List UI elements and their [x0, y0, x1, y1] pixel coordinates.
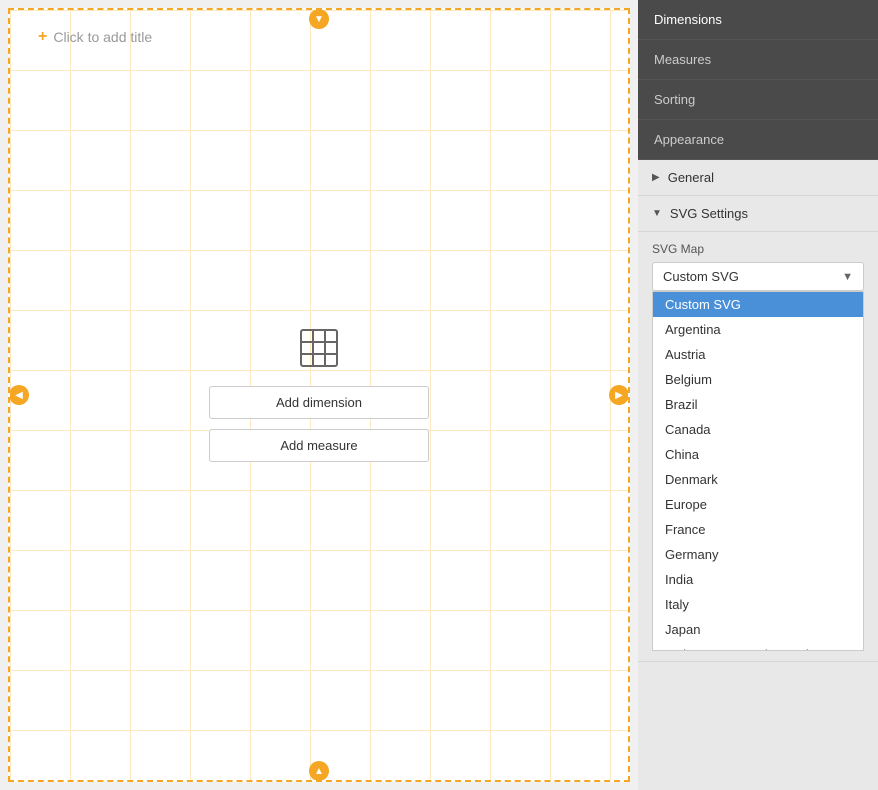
plus-icon: + — [38, 28, 47, 46]
panel-tab-dimensions[interactable]: Dimensions — [638, 0, 878, 40]
canvas-title-text: Click to add title — [53, 29, 152, 45]
svg-settings-section-row[interactable]: ▼ SVG Settings — [638, 196, 878, 232]
dropdown-item-argentina[interactable]: Argentina — [653, 317, 863, 342]
arrow-up-icon: ▲ — [314, 766, 324, 777]
svg-settings-section-label: SVG Settings — [670, 206, 748, 221]
arrow-right-icon: ▶ — [615, 390, 623, 401]
chevron-down-icon: ▼ — [842, 271, 853, 283]
handle-left[interactable]: ◀ — [9, 385, 29, 405]
add-dimension-button[interactable]: Add dimension — [209, 386, 429, 419]
dropdown-item-italy[interactable]: Italy — [653, 592, 863, 617]
arrow-left-icon: ◀ — [15, 390, 23, 401]
dropdown-item-latin-south-america[interactable]: Latin &amp; South America — [653, 642, 863, 651]
dropdown-item-belgium[interactable]: Belgium — [653, 367, 863, 392]
panel-tab-sorting[interactable]: Sorting — [638, 80, 878, 120]
table-icon — [299, 328, 339, 376]
svg-map-dropdown-list[interactable]: Custom SVG Argentina Austria Belgium Bra… — [652, 291, 864, 651]
handle-right[interactable]: ▶ — [609, 385, 629, 405]
svg-map-selected-value: Custom SVG — [663, 269, 739, 284]
general-section-row[interactable]: ▶ General — [638, 160, 878, 196]
svg-map-container: SVG Map Custom SVG ▼ Custom SVG Argentin… — [638, 232, 878, 662]
panel-tab-appearance[interactable]: Appearance — [638, 120, 878, 160]
panel-tab-measures[interactable]: Measures — [638, 40, 878, 80]
handle-top[interactable]: ▼ — [309, 9, 329, 29]
general-arrow-icon: ▶ — [652, 172, 660, 183]
svg-map-label: SVG Map — [652, 242, 864, 256]
settings-section: ▶ General ▼ SVG Settings SVG Map Custom … — [638, 160, 878, 790]
svg-settings-arrow-icon: ▼ — [652, 208, 662, 219]
canvas-title[interactable]: + Click to add title — [38, 28, 152, 46]
right-panel: Dimensions Measures Sorting Appearance ▶… — [638, 0, 878, 790]
dropdown-item-brazil[interactable]: Brazil — [653, 392, 863, 417]
dropdown-item-canada[interactable]: Canada — [653, 417, 863, 442]
svg-map-dropdown-trigger[interactable]: Custom SVG ▼ — [652, 262, 864, 291]
handle-bottom[interactable]: ▲ — [309, 761, 329, 781]
canvas-center: Add dimension Add measure — [209, 328, 429, 462]
dropdown-item-europe[interactable]: Europe — [653, 492, 863, 517]
arrow-down-icon: ▼ — [314, 14, 324, 25]
dropdown-item-china[interactable]: China — [653, 442, 863, 467]
dropdown-item-india[interactable]: India — [653, 567, 863, 592]
dropdown-item-japan[interactable]: Japan — [653, 617, 863, 642]
dropdown-item-germany[interactable]: Germany — [653, 542, 863, 567]
dropdown-item-austria[interactable]: Austria — [653, 342, 863, 367]
dropdown-item-denmark[interactable]: Denmark — [653, 467, 863, 492]
general-section-label: General — [668, 170, 714, 185]
canvas-area: ▼ ▲ ◀ ▶ + Click to add title Add dimensi… — [8, 8, 630, 782]
dropdown-item-france[interactable]: France — [653, 517, 863, 542]
add-measure-button[interactable]: Add measure — [209, 429, 429, 462]
dropdown-item-custom-svg[interactable]: Custom SVG — [653, 292, 863, 317]
